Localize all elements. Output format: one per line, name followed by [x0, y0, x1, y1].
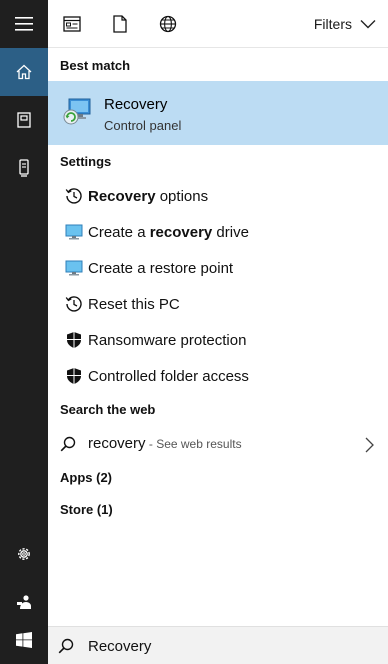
list-item-controlled-folder-access[interactable]: Controlled folder access	[48, 358, 388, 394]
start-rail	[0, 0, 48, 664]
list-item-bold-text: Recovery	[88, 187, 156, 205]
shield-icon	[67, 368, 81, 384]
home-button[interactable]	[0, 48, 48, 96]
search-toolbar: Filters	[48, 0, 388, 48]
search-input[interactable]	[88, 633, 378, 659]
web-filter-button[interactable]	[156, 12, 180, 36]
gear-icon	[18, 548, 30, 560]
search-box	[48, 626, 388, 664]
history-icon	[65, 188, 82, 204]
settings-button[interactable]	[0, 530, 48, 578]
home-icon	[16, 64, 32, 80]
list-item-label: drive	[212, 223, 249, 241]
section-title-search-web: Search the web	[60, 402, 156, 417]
device-icon	[19, 159, 29, 177]
notebook-button[interactable]	[0, 96, 48, 144]
filters-dropdown[interactable]: Filters	[314, 14, 376, 34]
start-button[interactable]	[0, 616, 48, 664]
chevron-right-icon	[365, 437, 374, 453]
search-icon	[60, 436, 76, 452]
app-window-icon	[63, 16, 81, 32]
notebook-icon	[17, 112, 31, 128]
list-item-create-restore-point[interactable]: Create a restore point	[48, 250, 388, 286]
history-icon	[65, 296, 82, 312]
documents-filter-button[interactable]	[108, 12, 132, 36]
shield-icon	[67, 332, 81, 348]
devices-button[interactable]	[0, 144, 48, 192]
monitor-icon	[65, 260, 83, 276]
recovery-control-panel-icon	[63, 98, 91, 125]
filters-label: Filters	[313, 16, 352, 32]
section-title-settings: Settings	[60, 154, 112, 169]
globe-icon	[159, 15, 177, 33]
hamburger-menu-button[interactable]	[0, 0, 48, 48]
list-item-label: Controlled folder access	[88, 367, 249, 385]
apps-filter-button[interactable]	[60, 12, 84, 36]
category-store[interactable]: Store (1)	[60, 502, 113, 517]
list-item-label: Reset this PC	[88, 295, 180, 313]
list-item-label: Ransomware protection	[88, 331, 247, 349]
feedback-person-icon	[17, 595, 31, 609]
list-item-label: Create a restore point	[88, 259, 234, 277]
document-icon	[113, 15, 127, 33]
list-item-bold-text: recovery	[149, 223, 213, 241]
monitor-icon	[65, 224, 83, 240]
list-item-reset-this-pc[interactable]: Reset this PC	[48, 286, 388, 322]
best-match-subtitle: Control panel	[104, 118, 182, 133]
list-item-recovery-options[interactable]: Recovery options	[48, 178, 388, 214]
web-query: recovery	[88, 435, 146, 452]
search-icon	[58, 638, 74, 654]
chevron-down-icon	[360, 20, 376, 29]
web-search-item[interactable]: recovery - See web results	[48, 426, 388, 462]
best-match-title: Recovery	[104, 96, 168, 113]
list-item-create-recovery-drive[interactable]: Create a recovery drive	[48, 214, 388, 250]
category-apps[interactable]: Apps (2)	[60, 470, 112, 485]
search-results: Best match Recovery Control panel Settin…	[48, 49, 388, 625]
hamburger-icon	[15, 17, 33, 31]
section-title-best-match: Best match	[60, 58, 131, 73]
list-item-label: Create a	[88, 223, 150, 241]
windows-logo-icon	[16, 632, 32, 648]
list-item-label: options	[155, 187, 209, 205]
list-item-ransomware-protection[interactable]: Ransomware protection	[48, 322, 388, 358]
web-results-hint: - See web results	[145, 437, 242, 451]
best-match-item[interactable]: Recovery Control panel	[48, 81, 388, 145]
